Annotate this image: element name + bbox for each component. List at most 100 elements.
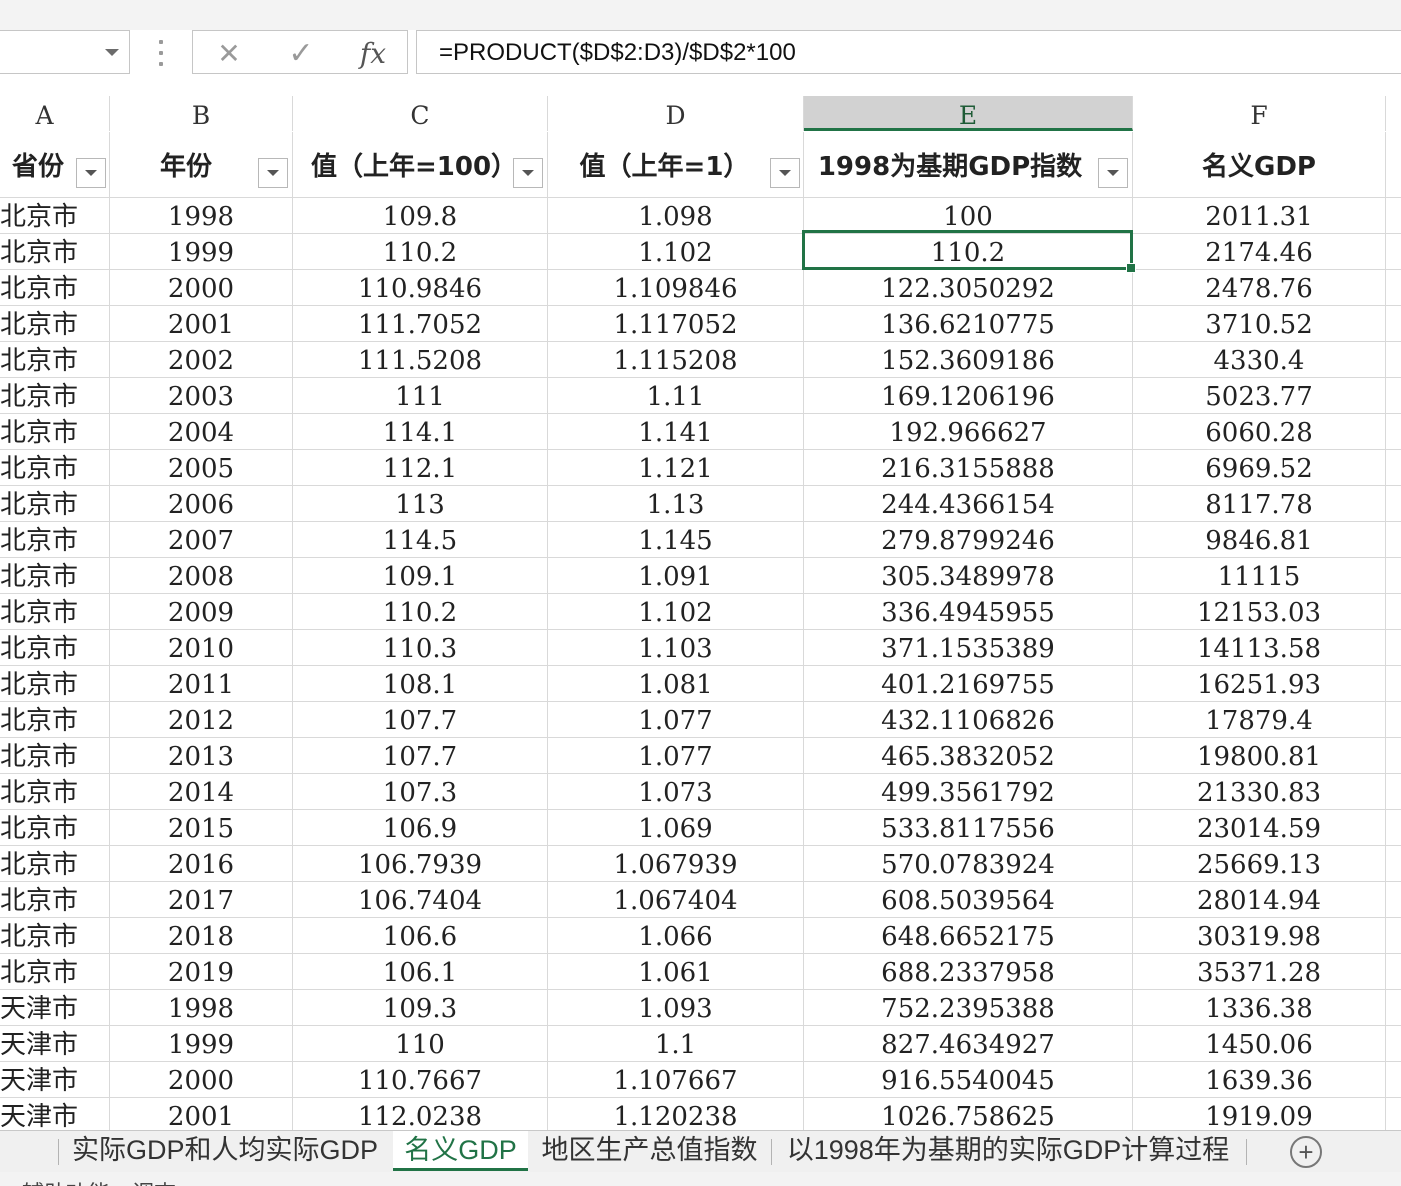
cell-province[interactable]: 北京市 (0, 234, 110, 270)
header-cell-value-1[interactable]: 值（上年=1） (548, 132, 804, 197)
cell-province[interactable]: 天津市 (0, 1062, 110, 1098)
cell-gdp-index[interactable]: 570.0783924 (804, 846, 1133, 882)
cell-value-100[interactable]: 109.1 (293, 558, 548, 594)
cell-gdp-index[interactable]: 122.3050292 (804, 270, 1133, 306)
cell-year[interactable]: 1999 (110, 1026, 293, 1062)
cell-gdp-index[interactable]: 432.1106826 (804, 702, 1133, 738)
cell-value-100[interactable]: 109.3 (293, 990, 548, 1026)
cell-province[interactable]: 天津市 (0, 990, 110, 1026)
cell-gdp-index[interactable]: 827.4634927 (804, 1026, 1133, 1062)
cell-province[interactable]: 北京市 (0, 702, 110, 738)
name-box[interactable] (0, 30, 130, 74)
tab-real-gdp-calculation[interactable]: 以1998年为基期的实际GDP计算过程 (776, 1131, 1240, 1171)
cell-nominal-gdp[interactable]: 1919.09 (1133, 1098, 1386, 1130)
cell-empty[interactable] (1386, 846, 1401, 882)
cell-province[interactable]: 北京市 (0, 594, 110, 630)
cell-nominal-gdp[interactable]: 1639.36 (1133, 1062, 1386, 1098)
cell-value-100[interactable]: 114.5 (293, 522, 548, 558)
cell-nominal-gdp[interactable]: 19800.81 (1133, 738, 1386, 774)
cell-province[interactable]: 北京市 (0, 630, 110, 666)
filter-dropdown-icon[interactable] (513, 158, 543, 188)
cell-province[interactable]: 北京市 (0, 846, 110, 882)
cell-year[interactable]: 2004 (110, 414, 293, 450)
cell-empty[interactable] (1386, 774, 1401, 810)
column-header-e[interactable]: E (804, 96, 1133, 131)
header-cell-year[interactable]: 年份 (110, 132, 293, 197)
cell-year[interactable]: 1999 (110, 234, 293, 270)
cell-province[interactable]: 北京市 (0, 342, 110, 378)
column-header-c[interactable]: C (293, 96, 548, 131)
cell-gdp-index[interactable]: 752.2395388 (804, 990, 1133, 1026)
cell-value-1[interactable]: 1.067939 (548, 846, 804, 882)
cell-year[interactable]: 2001 (110, 306, 293, 342)
fill-handle[interactable] (1126, 263, 1136, 273)
cell-nominal-gdp[interactable]: 30319.98 (1133, 918, 1386, 954)
cell-value-100[interactable]: 111.7052 (293, 306, 548, 342)
cell-value-1[interactable]: 1.098 (548, 198, 804, 234)
cell-gdp-index[interactable]: 169.1206196 (804, 378, 1133, 414)
cell-nominal-gdp[interactable]: 8117.78 (1133, 486, 1386, 522)
cell-value-100[interactable]: 106.6 (293, 918, 548, 954)
chevron-down-icon[interactable] (105, 49, 119, 56)
cell-year[interactable]: 2002 (110, 342, 293, 378)
cell-value-100[interactable]: 110.2 (293, 594, 548, 630)
cell-empty[interactable] (1386, 630, 1401, 666)
insert-function-button[interactable]: fx (353, 35, 393, 71)
cell-value-1[interactable]: 1.067404 (548, 882, 804, 918)
cell-empty[interactable] (1386, 270, 1401, 306)
cell-nominal-gdp[interactable]: 1450.06 (1133, 1026, 1386, 1062)
cancel-edit-button[interactable]: ✕ (209, 35, 249, 71)
cell-gdp-index[interactable]: 401.2169755 (804, 666, 1133, 702)
cell-value-1[interactable]: 1.115208 (548, 342, 804, 378)
cell-gdp-index[interactable]: 305.3489978 (804, 558, 1133, 594)
cell-province[interactable]: 北京市 (0, 738, 110, 774)
cell-value-100[interactable]: 112.0238 (293, 1098, 548, 1130)
cell-gdp-index[interactable]: 216.3155888 (804, 450, 1133, 486)
cell-empty[interactable] (1386, 1098, 1401, 1130)
cell-value-100[interactable]: 110.7667 (293, 1062, 548, 1098)
cell-province[interactable]: 天津市 (0, 1026, 110, 1062)
cell-gdp-index[interactable]: 688.2337958 (804, 954, 1133, 990)
cell-empty[interactable] (1386, 450, 1401, 486)
cell-value-100[interactable]: 107.7 (293, 738, 548, 774)
cell-value-1[interactable]: 1.103 (548, 630, 804, 666)
cell-nominal-gdp[interactable]: 17879.4 (1133, 702, 1386, 738)
cell-empty[interactable] (1386, 306, 1401, 342)
cell-gdp-index[interactable]: 336.4945955 (804, 594, 1133, 630)
cell-year[interactable]: 2010 (110, 630, 293, 666)
cell-province[interactable]: 北京市 (0, 666, 110, 702)
cell-value-1[interactable]: 1.13 (548, 486, 804, 522)
cell-year[interactable]: 2008 (110, 558, 293, 594)
cell-year[interactable]: 2000 (110, 1062, 293, 1098)
cell-nominal-gdp[interactable]: 6060.28 (1133, 414, 1386, 450)
cell-province[interactable]: 北京市 (0, 450, 110, 486)
header-cell-gdp-index[interactable]: 1998为基期GDP指数 (804, 132, 1133, 197)
cell-empty[interactable] (1386, 198, 1401, 234)
cell-nominal-gdp[interactable]: 3710.52 (1133, 306, 1386, 342)
cell-province[interactable]: 北京市 (0, 414, 110, 450)
cell-value-1[interactable]: 1.102 (548, 234, 804, 270)
cell-empty[interactable] (1386, 918, 1401, 954)
cell-gdp-index[interactable]: 152.3609186 (804, 342, 1133, 378)
cell-value-1[interactable]: 1.1 (548, 1026, 804, 1062)
cell-year[interactable]: 2009 (110, 594, 293, 630)
cell-nominal-gdp[interactable]: 21330.83 (1133, 774, 1386, 810)
cell-province[interactable]: 北京市 (0, 378, 110, 414)
column-header-d[interactable]: D (548, 96, 804, 131)
cell-empty[interactable] (1386, 882, 1401, 918)
cell-province[interactable]: 北京市 (0, 954, 110, 990)
column-header-f[interactable]: F (1133, 96, 1386, 131)
cell-province[interactable]: 天津市 (0, 1098, 110, 1130)
cell-province[interactable]: 北京市 (0, 810, 110, 846)
cell-value-100[interactable]: 108.1 (293, 666, 548, 702)
cell-value-100[interactable]: 110.9846 (293, 270, 548, 306)
cell-province[interactable]: 北京市 (0, 198, 110, 234)
cell-value-1[interactable]: 1.077 (548, 738, 804, 774)
column-header-a[interactable]: A (0, 96, 110, 131)
cell-value-100[interactable]: 112.1 (293, 450, 548, 486)
cell-value-100[interactable]: 110.2 (293, 234, 548, 270)
cell-year[interactable]: 2014 (110, 774, 293, 810)
cell-province[interactable]: 北京市 (0, 558, 110, 594)
cell-value-100[interactable]: 114.1 (293, 414, 548, 450)
cell-value-1[interactable]: 1.141 (548, 414, 804, 450)
